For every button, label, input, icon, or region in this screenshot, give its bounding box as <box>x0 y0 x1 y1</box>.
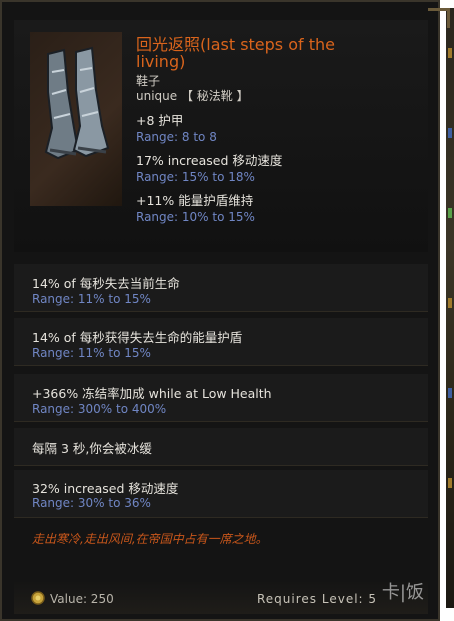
affix-stat: +366% 冻结率加成 while at Low Health <box>32 386 272 401</box>
affix-range: Range: 300% to 400% <box>32 402 167 416</box>
affix-range: Range: 30% to 36% <box>32 496 151 510</box>
item-thumbnail <box>30 32 122 206</box>
affix-stat: 14% of 每秒失去当前生命 <box>32 276 180 291</box>
affix-range: Range: 11% to 15% <box>32 292 151 306</box>
implicit-stat: +11% 能量护盾维持 <box>136 193 254 208</box>
affix-stat: 32% increased 移动速度 <box>32 481 179 496</box>
border-marker <box>448 298 452 308</box>
implicit-stat: 17% increased 移动速度 <box>136 153 283 168</box>
border-marker <box>448 388 452 398</box>
affix-range: Range: 11% to 15% <box>32 346 151 360</box>
affix-row: 14% of 每秒获得失去生命的能量护盾 Range: 11% to 15% <box>14 318 428 366</box>
gold-coin-icon <box>31 591 45 605</box>
boots-icon <box>44 46 110 160</box>
affix-row: +366% 冻结率加成 while at Low Health Range: 3… <box>14 374 428 422</box>
item-rarity: unique 【 秘法靴 】 <box>136 89 249 103</box>
affix-row: 每隔 3 秒,你会被冰缓 <box>14 428 428 466</box>
implicit-stat: +8 护甲 <box>136 113 184 128</box>
implicit-range: Range: 10% to 15% <box>136 210 255 224</box>
affix-row: 32% increased 移动速度 Range: 30% to 36% <box>14 470 428 518</box>
implicit-range: Range: 8 to 8 <box>136 130 217 144</box>
affix-row: 14% of 每秒失去当前生命 Range: 11% to 15% <box>14 264 428 312</box>
item-tooltip: 回光返照(last steps of the living) 鞋子 unique… <box>0 0 440 621</box>
flavor-text: 走出寒冷,走出风间,在帝国中占有一席之地。 <box>32 532 268 546</box>
implicit-range: Range: 15% to 18% <box>136 170 255 184</box>
border-marker <box>448 128 452 138</box>
site-watermark: 卡|饭 <box>381 582 424 603</box>
affix-stat: 14% of 每秒获得失去生命的能量护盾 <box>32 330 243 345</box>
affix-stat: 每隔 3 秒,你会被冰缓 <box>32 441 152 456</box>
item-footer: Value: 250 Requires Level: 5 <box>14 580 428 614</box>
item-header: 回光返照(last steps of the living) 鞋子 unique… <box>14 20 428 252</box>
item-name: 回光返照(last steps of the living) <box>136 35 335 71</box>
item-value: Value: 250 <box>50 592 114 606</box>
required-level: Requires Level: 5 <box>257 592 378 606</box>
border-marker <box>448 208 452 218</box>
border-marker <box>448 48 452 58</box>
corner-decoration <box>428 8 450 28</box>
tooltip-border <box>428 8 454 608</box>
border-marker <box>448 478 452 488</box>
